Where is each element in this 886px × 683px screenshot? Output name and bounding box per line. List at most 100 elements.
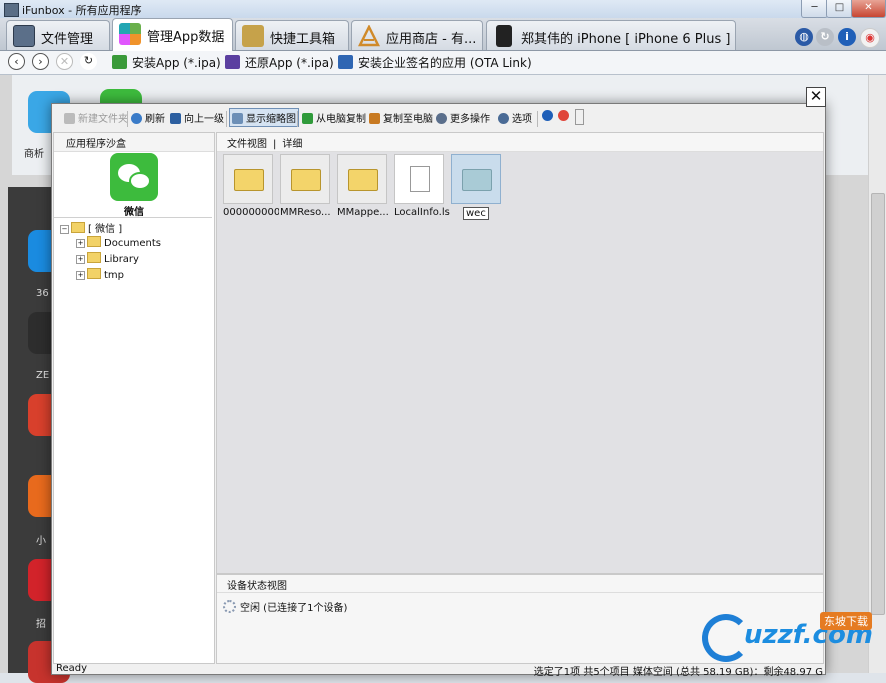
file-thumbnail [223, 154, 273, 204]
tab-app-store[interactable]: 应用商店 - 有... [351, 20, 483, 50]
minimize-button[interactable]: ─ [801, 0, 828, 18]
sandbox-header: 应用程序沙盒 [54, 133, 214, 152]
file-thumbnail [337, 154, 387, 204]
forward-button[interactable]: › [32, 53, 49, 70]
expand-icon[interactable]: + [76, 255, 85, 264]
app-label: 商析 [24, 149, 44, 160]
arrow-up-icon [170, 113, 181, 124]
install-enterprise-button[interactable]: 安装企业签名的应用 (OTA Link) [338, 54, 532, 71]
toolbar-overflow-button[interactable] [575, 109, 584, 125]
file-view-tab[interactable]: 文件视图 [227, 139, 267, 150]
window-title: iFunbox - 所有应用程序 [22, 4, 142, 17]
tab-app-data[interactable]: 管理App数据 [112, 18, 233, 51]
restore-icon [225, 55, 240, 69]
thumbnails-icon [232, 113, 243, 124]
toolbar-separator [537, 111, 538, 127]
folder-icon [291, 169, 321, 191]
tree-item-library[interactable]: + Library [76, 252, 139, 265]
maximize-button[interactable]: □ [826, 0, 853, 18]
file-name: LocalInfo.lst [394, 207, 450, 218]
copy-to-pc-button[interactable]: 复制至电脑 [369, 110, 433, 125]
tree-item-label: Documents [104, 238, 162, 249]
file-item[interactable]: MMappe... [337, 154, 389, 218]
folder-icon [348, 169, 378, 191]
new-folder-button[interactable]: 新建文件夹 [64, 110, 128, 125]
tree-root[interactable]: − [ 微信 ] [60, 220, 122, 235]
folder-icon [87, 236, 101, 247]
file-name: 000000000... [223, 207, 279, 218]
tree-item-tmp[interactable]: + tmp [76, 268, 124, 281]
close-window-button[interactable]: ✕ [851, 0, 886, 18]
stop-button[interactable]: ✕ [56, 53, 73, 70]
file-manager-icon [13, 25, 35, 47]
globe-icon[interactable]: ◍ [795, 28, 813, 46]
chat-bubble-icon [129, 172, 151, 190]
rename-input[interactable]: wec [463, 207, 489, 220]
tab-file-manager[interactable]: 文件管理 [6, 20, 110, 50]
copy-from-pc-button[interactable]: 从电脑复制 [302, 110, 366, 125]
options-label: 选项 [512, 114, 532, 125]
restore-app-label: 还原App (*.ipa) [245, 56, 334, 70]
watermark-tag: 东坡下载 [820, 612, 872, 630]
details-tab[interactable]: 详细 [282, 139, 302, 150]
app-store-icon [357, 24, 381, 47]
file-item-selected[interactable]: wec [451, 154, 501, 223]
collapse-icon[interactable]: − [60, 225, 69, 234]
install-enterprise-label: 安装企业签名的应用 (OTA Link) [358, 56, 532, 70]
file-item[interactable]: 000000000... [223, 154, 279, 218]
more-actions-button[interactable]: 更多操作 [436, 110, 490, 125]
refresh-icon[interactable]: ↻ [816, 28, 834, 46]
up-level-button[interactable]: 向上一级 [170, 110, 224, 125]
refresh-icon [131, 113, 142, 124]
install-app-label: 安装App (*.ipa) [132, 56, 221, 70]
weibo-icon [558, 110, 569, 121]
app-label: 招 [36, 619, 46, 630]
restore-app-button[interactable]: 还原App (*.ipa) [225, 54, 334, 71]
document-icon [410, 166, 430, 192]
tab-device[interactable]: 郑其伟的 iPhone [ iPhone 6 Plus ] [486, 20, 736, 50]
dialog-close-button[interactable]: ✕ [806, 87, 826, 107]
device-status-row: 空闲 (已连接了1个设备) [223, 599, 347, 614]
info-button[interactable] [542, 110, 556, 122]
info-icon[interactable]: i [838, 28, 856, 46]
weibo-icon[interactable]: ◉ [860, 28, 880, 48]
folder-icon [462, 169, 492, 191]
swoosh-icon [702, 614, 750, 662]
folder-icon [71, 222, 85, 233]
refresh-folder-button[interactable]: 刷新 [131, 110, 165, 125]
app-label: 小 [36, 536, 46, 547]
folder-icon [87, 268, 101, 279]
file-item[interactable]: LocalInfo.lst [394, 154, 450, 218]
title-bar: iFunbox - 所有应用程序 ─ □ ✕ [0, 0, 886, 19]
app-logo-icon [4, 3, 19, 17]
show-thumbnails-button[interactable]: 显示缩略图 [229, 108, 299, 127]
tab-toolbox[interactable]: 快捷工具箱 [235, 20, 349, 50]
file-name: MMappe... [337, 207, 389, 218]
scrollbar-thumb[interactable] [871, 193, 885, 615]
tab-label: 郑其伟的 iPhone [ iPhone 6 Plus ] [521, 32, 731, 47]
file-item[interactable]: MMReso... [280, 154, 331, 218]
expand-icon[interactable]: + [76, 239, 85, 248]
options-button[interactable]: 选项 [498, 110, 532, 125]
back-button[interactable]: ‹ [8, 53, 25, 70]
install-app-button[interactable]: 安装App (*.ipa) [112, 54, 221, 71]
device-status-header: 设备状态视图 [217, 575, 823, 593]
app-data-icon [119, 23, 141, 45]
toolbar-separator [297, 111, 298, 127]
tree-root-label: [ 微信 ] [88, 224, 123, 235]
expand-icon[interactable]: + [76, 271, 85, 280]
new-folder-label: 新建文件夹 [78, 114, 128, 125]
tree-item-label: tmp [104, 270, 125, 281]
action-bar: ‹ › ✕ ↻ 安装App (*.ipa) 还原App (*.ipa) 安装企业… [0, 51, 886, 75]
file-thumbnail [280, 154, 330, 204]
folder-tree: − [ 微信 ] + Documents + Library + tmp [54, 217, 212, 662]
tree-item-label: Library [104, 254, 139, 265]
refresh-button[interactable]: ↻ [80, 53, 97, 70]
up-level-label: 向上一级 [184, 114, 224, 125]
tree-item-documents[interactable]: + Documents [76, 236, 161, 249]
thumbnails-label: 显示缩略图 [246, 114, 296, 125]
weibo-button[interactable] [558, 110, 572, 122]
sandbox-dialog: 新建文件夹 刷新 向上一级 显示缩略图 从电脑复制 复制至电脑 更多操作 选项 … [51, 103, 826, 678]
enterprise-install-icon [338, 55, 353, 69]
main-tab-bar: 文件管理 管理App数据 快捷工具箱 应用商店 - 有... 郑其伟的 iPho… [0, 18, 886, 51]
